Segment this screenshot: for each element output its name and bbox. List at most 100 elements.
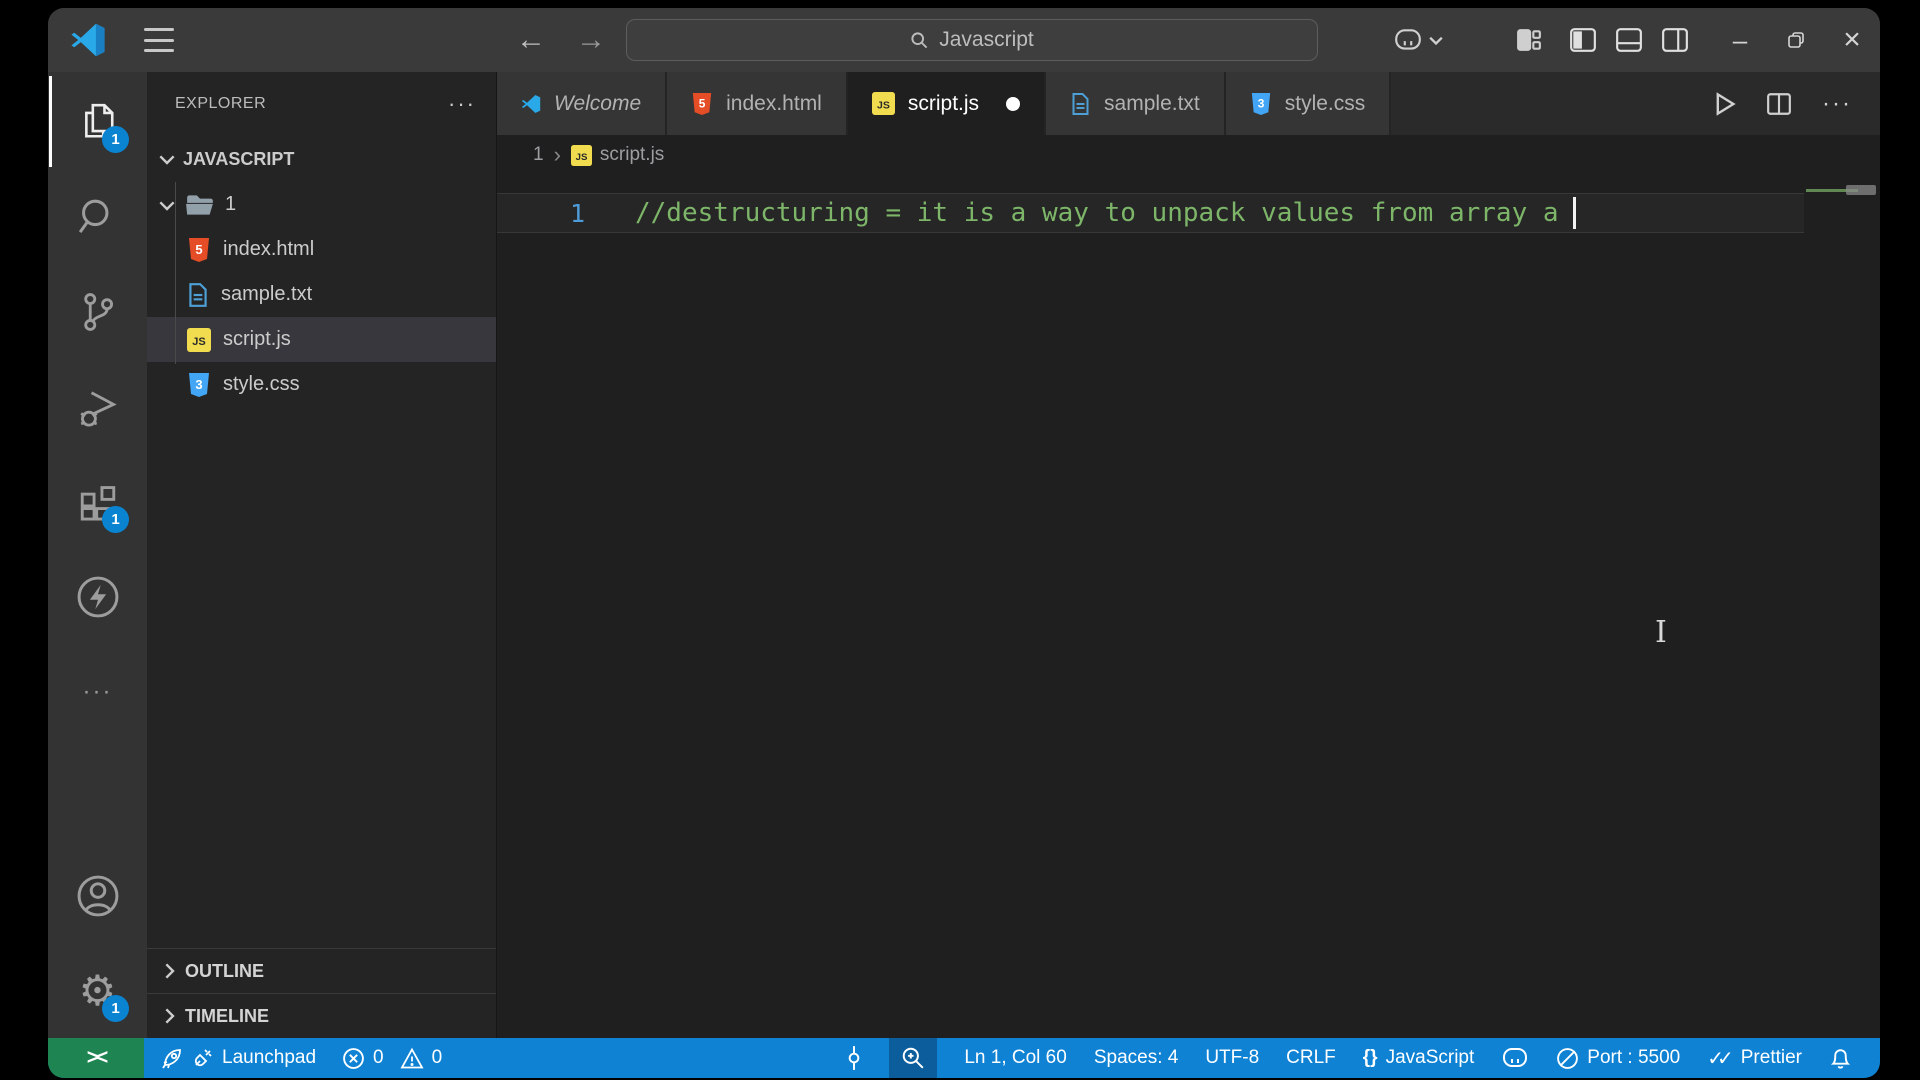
- workspace-label: JAVASCRIPT: [183, 148, 295, 169]
- prettier-label: Prettier: [1740, 1047, 1802, 1068]
- line-number: 1: [569, 198, 585, 228]
- close-button[interactable]: ×: [1824, 8, 1880, 72]
- braces-icon: {}: [1362, 1047, 1378, 1068]
- breadcrumb-folder[interactable]: 1: [533, 144, 544, 166]
- unsaved-dot-icon[interactable]: [1006, 96, 1021, 111]
- customize-layout-icon[interactable]: [1506, 8, 1552, 72]
- editor-group: Welcome 5 index.html JS script.js sample…: [497, 72, 1880, 1038]
- tab-style-css[interactable]: 3 style.css: [1225, 72, 1392, 135]
- forward-arrow-icon[interactable]: →: [576, 8, 606, 72]
- menu-icon[interactable]: [144, 28, 174, 52]
- activity-explorer[interactable]: 1: [48, 74, 147, 169]
- toggle-primary-sidebar-icon[interactable]: [1560, 8, 1606, 72]
- explorer-sidebar: EXPLORER ··· JAVASCRIPT 1 5 index.html s…: [147, 72, 497, 1038]
- activity-account[interactable]: [48, 848, 147, 943]
- run-debug-icon: [79, 391, 117, 427]
- explorer-more-icon[interactable]: ···: [448, 91, 476, 117]
- minimap[interactable]: [1804, 181, 1876, 1038]
- error-icon: [343, 1047, 364, 1069]
- activity-extensions[interactable]: 1: [48, 454, 147, 549]
- bell-icon: [1830, 1049, 1851, 1069]
- file-label: script.js: [223, 328, 291, 350]
- back-arrow-icon[interactable]: ←: [516, 8, 546, 72]
- activity-thunder-client[interactable]: [48, 549, 147, 644]
- breadcrumb: 1 › JS script.js: [497, 135, 1880, 175]
- toggle-panel-icon[interactable]: [1606, 8, 1652, 72]
- notifications-item[interactable]: [1829, 1046, 1852, 1070]
- settings-badge: 1: [102, 995, 129, 1022]
- minimize-button[interactable]: –: [1712, 8, 1768, 72]
- current-line[interactable]: 1 //destructuring = it is a way to unpac…: [497, 193, 1804, 233]
- copilot-icon[interactable]: [1388, 8, 1448, 72]
- more-actions-icon[interactable]: ···: [1822, 90, 1852, 118]
- scrollbar-thumb[interactable]: [1846, 185, 1876, 195]
- css-file-icon: 3: [189, 372, 209, 397]
- run-button[interactable]: [1714, 91, 1736, 116]
- line-col-label: Ln 1, Col 60: [964, 1047, 1067, 1068]
- html-file-icon: 5: [692, 92, 712, 115]
- breadcrumb-file-label: script.js: [599, 144, 665, 165]
- timeline-section[interactable]: TIMELINE: [147, 993, 496, 1038]
- tab-label: sample.txt: [1104, 91, 1200, 115]
- svg-text:JS: JS: [877, 99, 890, 111]
- warning-count: 0: [431, 1047, 443, 1068]
- file-row-sample-txt[interactable]: sample.txt: [147, 272, 496, 317]
- chevron-right-icon: [165, 1008, 175, 1024]
- launchpad-item[interactable]: Launchpad: [160, 1046, 316, 1070]
- folder-row[interactable]: 1: [147, 182, 496, 227]
- tab-welcome[interactable]: Welcome: [497, 72, 668, 135]
- svg-text:JS: JS: [192, 336, 205, 348]
- breadcrumb-file[interactable]: JS script.js: [570, 144, 665, 166]
- toggle-secondary-sidebar-icon[interactable]: [1652, 8, 1698, 72]
- file-row-style-css[interactable]: 3 style.css: [147, 362, 496, 407]
- error-count: 0: [373, 1047, 384, 1068]
- zoom-item[interactable]: [889, 1038, 938, 1078]
- eol-label: CRLF: [1286, 1047, 1336, 1068]
- play-icon: [1716, 91, 1736, 116]
- tab-label: Welcome: [554, 91, 642, 115]
- language-label: JavaScript: [1385, 1047, 1475, 1068]
- js-file-icon: JS: [570, 144, 592, 166]
- activity-more-icon[interactable]: ···: [48, 644, 147, 739]
- tab-label: index.html: [726, 91, 822, 115]
- spaces-label: Spaces: 4: [1093, 1047, 1179, 1068]
- command-center-search[interactable]: Javascript: [626, 19, 1318, 61]
- indentation-item[interactable]: Spaces: 4: [1094, 1047, 1179, 1069]
- svg-text:5: 5: [699, 96, 706, 110]
- file-row-index-html[interactable]: 5 index.html: [147, 227, 496, 272]
- activity-source-control[interactable]: [48, 264, 147, 359]
- code-editor[interactable]: 1 //destructuring = it is a way to unpac…: [497, 175, 1880, 1038]
- status-bar: >< Launchpad 0 0 Ln 1, Col 60 Spaces: 4 …: [48, 1038, 1880, 1078]
- lightning-circle-icon: [77, 576, 118, 617]
- eol-item[interactable]: CRLF: [1286, 1047, 1336, 1069]
- remote-indicator[interactable]: ><: [48, 1038, 144, 1078]
- html-file-icon: 5: [189, 237, 209, 262]
- launchpad-label: Launchpad: [222, 1047, 317, 1068]
- tab-index-html[interactable]: 5 index.html: [667, 72, 848, 135]
- language-item[interactable]: {} JavaScript: [1363, 1047, 1475, 1069]
- search-icon: [911, 31, 928, 48]
- tab-script-js[interactable]: JS script.js: [847, 72, 1047, 135]
- port-item[interactable]: Port : 5500: [1556, 1047, 1680, 1070]
- restore-button[interactable]: [1768, 8, 1824, 72]
- split-editor-button[interactable]: [1766, 92, 1792, 116]
- activity-settings[interactable]: ⚙ 1: [48, 943, 147, 1038]
- outline-section[interactable]: OUTLINE: [147, 948, 496, 993]
- file-row-script-js[interactable]: JS script.js: [147, 317, 496, 362]
- problems-item[interactable]: 0 0: [342, 1047, 442, 1070]
- double-check-icon: ✓✓: [1707, 1047, 1733, 1070]
- workspace-section[interactable]: JAVASCRIPT: [147, 136, 496, 182]
- chevron-right-icon: [165, 963, 175, 979]
- copilot-status-item[interactable]: [1501, 1047, 1529, 1069]
- encoding-item[interactable]: UTF-8: [1205, 1047, 1259, 1069]
- vscode-icon: [521, 94, 541, 113]
- prettier-item[interactable]: ✓✓ Prettier: [1707, 1046, 1802, 1071]
- activity-search[interactable]: [48, 169, 147, 264]
- code-text: //destructuring = it is a way to unpack …: [635, 198, 1559, 228]
- screencast-item[interactable]: [846, 1045, 862, 1071]
- svg-text:JS: JS: [576, 151, 588, 162]
- activity-run-debug[interactable]: [48, 359, 147, 454]
- js-file-icon: JS: [871, 92, 895, 115]
- tab-sample-txt[interactable]: sample.txt: [1046, 72, 1226, 135]
- line-col-item[interactable]: Ln 1, Col 60: [964, 1047, 1066, 1069]
